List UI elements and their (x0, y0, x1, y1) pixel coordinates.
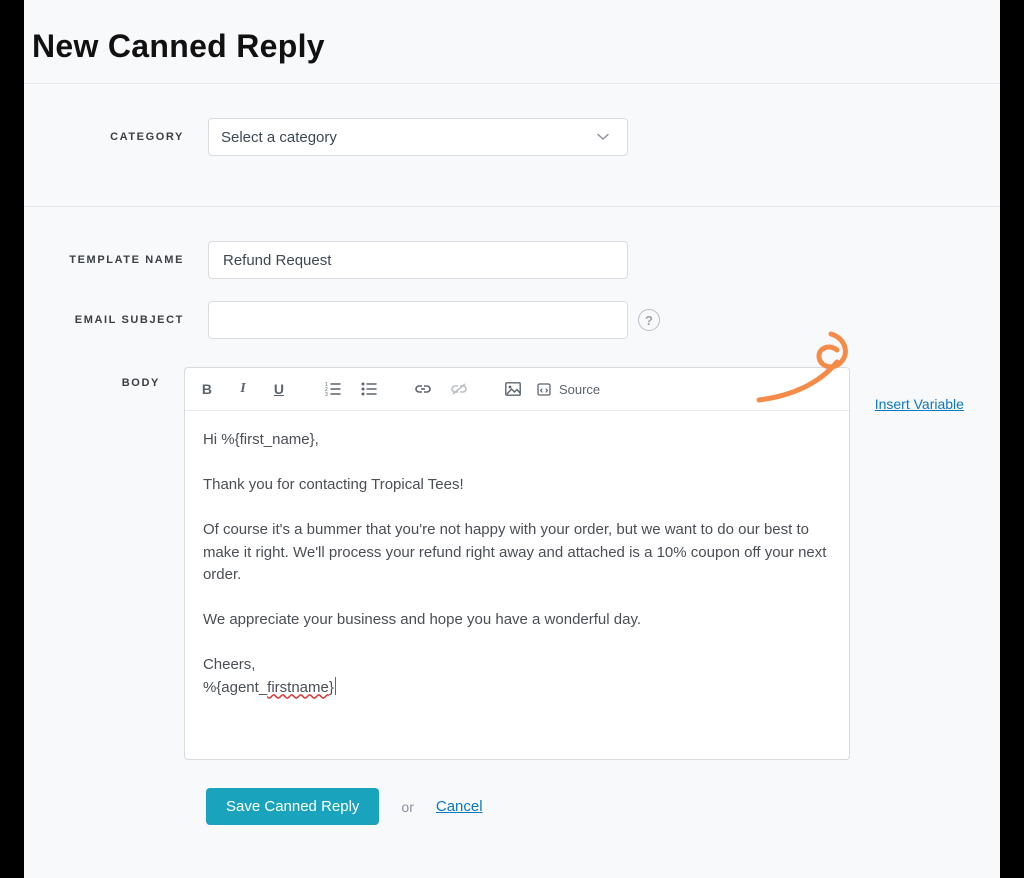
template-name-field-wrap (208, 241, 628, 279)
email-subject-input[interactable] (221, 301, 615, 339)
unlink-button (447, 375, 471, 403)
body-label: BODY (32, 367, 160, 389)
page-title: New Canned Reply (24, 28, 1000, 65)
ordered-list-button[interactable]: 123 (321, 375, 345, 403)
cancel-link[interactable]: Cancel (436, 798, 483, 815)
source-button[interactable]: Source (537, 375, 604, 403)
body-editor: B I U 123 (184, 367, 850, 760)
canned-reply-form: New Canned Reply CATEGORY Select a categ… (24, 0, 1000, 878)
help-icon[interactable]: ? (638, 309, 660, 331)
template-name-input[interactable] (221, 241, 615, 279)
form-actions: Save Canned Reply or Cancel (24, 760, 1000, 825)
bold-button[interactable]: B (195, 375, 219, 403)
svg-text:3: 3 (325, 392, 328, 396)
editor-toolbar: B I U 123 (185, 368, 849, 411)
save-button[interactable]: Save Canned Reply (206, 788, 379, 825)
insert-variable-link[interactable]: Insert Variable (875, 396, 964, 412)
link-button[interactable] (411, 375, 435, 403)
chevron-down-icon (591, 125, 615, 149)
category-label: CATEGORY (32, 131, 184, 143)
body-textarea[interactable]: Hi %{first_name}, Thank you for contacti… (185, 411, 849, 759)
fields-section: TEMPLATE NAME EMAIL SUBJECT ? (24, 207, 1000, 367)
body-section: BODY B I U 123 (24, 367, 1000, 760)
category-selected-text: Select a category (221, 129, 337, 146)
underline-button[interactable]: U (267, 375, 291, 403)
image-button[interactable] (501, 375, 525, 403)
italic-button[interactable]: I (231, 375, 255, 403)
category-section: CATEGORY Select a category (24, 84, 1000, 206)
or-text: or (401, 799, 413, 815)
unordered-list-button[interactable] (357, 375, 381, 403)
category-select[interactable]: Select a category (208, 118, 628, 156)
email-subject-field-wrap (208, 301, 628, 339)
template-name-label: TEMPLATE NAME (32, 254, 184, 266)
email-subject-label: EMAIL SUBJECT (32, 314, 184, 326)
source-button-label: Source (555, 382, 604, 397)
